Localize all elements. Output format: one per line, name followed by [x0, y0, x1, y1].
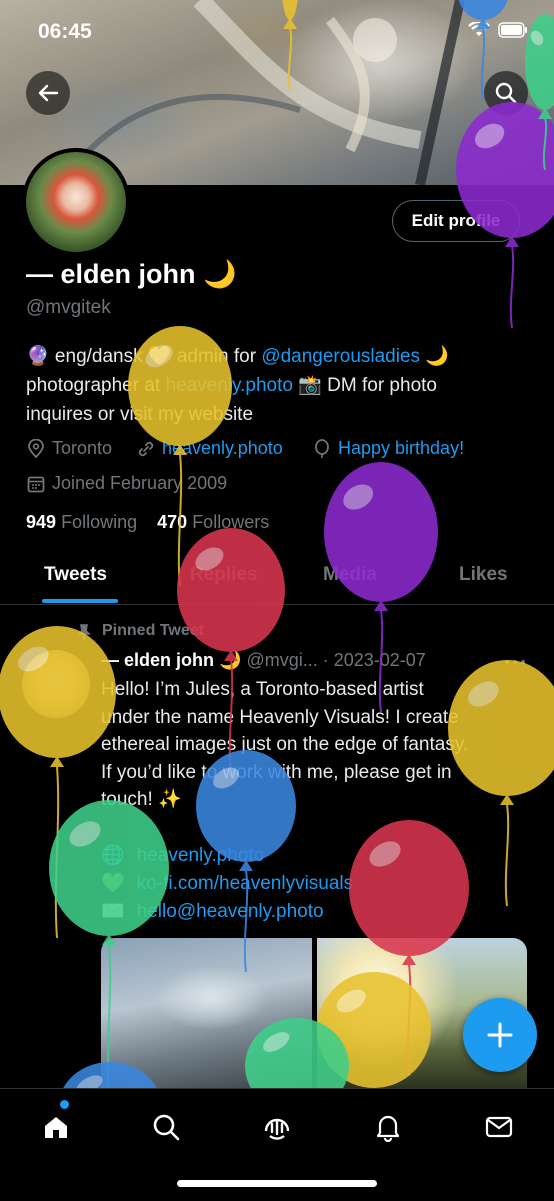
profile-website[interactable]: heavenly.photo — [136, 438, 283, 459]
tab-tweets[interactable]: Tweets — [44, 564, 107, 586]
tab-media[interactable]: Media — [323, 564, 377, 586]
bio-text: 📸 DM for photo — [292, 375, 437, 396]
nav-notifications[interactable] — [368, 1107, 408, 1147]
tweet-link[interactable]: heavenly.photo — [137, 842, 264, 870]
following-count: 949 — [26, 512, 57, 532]
globe-icon: 🌐 — [101, 845, 125, 866]
website-link[interactable]: heavenly.photo — [162, 438, 283, 459]
location-pin-icon — [28, 438, 44, 458]
tweet-author-handle-date: @mvgi... · 2023-02-07 — [246, 650, 426, 670]
wifi-icon — [468, 22, 490, 36]
tweet-link-row: 🌐 heavenly.photo — [101, 842, 353, 870]
bio-text: 🌙 — [420, 346, 449, 367]
followers-count: 470 — [157, 512, 188, 532]
nav-spaces[interactable] — [257, 1107, 297, 1147]
link-icon — [138, 441, 154, 456]
tweet-link[interactable]: hello@heavenly.photo — [137, 898, 324, 926]
tweet-media-image-1[interactable] — [101, 938, 312, 1088]
pin-icon — [77, 624, 91, 641]
following-label: Following — [61, 512, 138, 532]
tweet-links: 🌐 heavenly.photo 💚 ko-fi.com/heavenlyvisua… — [101, 842, 353, 926]
status-bar: 06:45 — [0, 0, 554, 60]
profile-name: — elden john 🌙 — [26, 259, 237, 289]
bio-text: inquires or visit my website — [26, 404, 254, 425]
tweet-header: — elden john 🌙 @mvgi... · 2023-02-07 — [101, 650, 426, 671]
more-options-icon[interactable] — [504, 658, 526, 666]
tweet-text-line: under the name Heavenly Visuals! I creat… — [101, 706, 459, 728]
messages-icon — [485, 1116, 513, 1138]
tab-likes[interactable]: Likes — [459, 564, 508, 586]
active-tab-indicator — [42, 599, 118, 603]
tab-replies[interactable]: Replies — [190, 564, 258, 586]
profile-joined: Joined February 2009 — [26, 473, 227, 494]
nav-messages[interactable] — [479, 1107, 519, 1147]
tweet-link[interactable]: ko-fi.com/heavenlyvisuals — [137, 870, 353, 898]
back-button[interactable] — [26, 71, 70, 115]
envelope-icon: ✉️ — [101, 901, 125, 922]
home-notification-dot — [60, 1100, 69, 1109]
tweet-text-line: If you’d like to work with me, please ge… — [101, 761, 452, 783]
tweet-author-avatar[interactable] — [22, 650, 90, 718]
calendar-icon — [27, 476, 45, 492]
profile-bio: 🔮 eng/dansk 💛 admin for @dangerousladies… — [26, 342, 526, 429]
tweet-link-row: 💚 ko-fi.com/heavenlyvisuals — [101, 870, 353, 898]
search-icon — [153, 1114, 180, 1141]
followers-label: Followers — [192, 512, 270, 532]
edit-profile-button[interactable]: Edit profile — [392, 200, 520, 242]
bio-text: photographer at — [26, 375, 166, 396]
green-heart-icon: 💚 — [101, 873, 125, 894]
profile-birthday[interactable]: Happy birthday! — [312, 438, 464, 459]
tweet-link-row: ✉️ hello@heavenly.photo — [101, 898, 353, 926]
spaces-icon — [264, 1118, 290, 1140]
tweet-author-name[interactable]: — elden john 🌙 — [101, 650, 241, 670]
status-icons — [468, 22, 528, 38]
nav-home[interactable] — [36, 1107, 76, 1147]
home-icon — [45, 1117, 67, 1138]
notifications-icon — [376, 1115, 400, 1142]
follow-counts: 949 Following 470 Followers — [26, 512, 269, 533]
balloon-icon — [315, 438, 329, 458]
tweet-body: Hello! I’m Jules, a Toronto-based artist… — [101, 676, 521, 814]
followers-link[interactable]: 470 Followers — [157, 512, 269, 532]
following-link[interactable]: 949 Following — [26, 512, 137, 532]
home-indicator — [177, 1180, 377, 1187]
profile-location: Toronto — [26, 438, 112, 459]
profile-handle: @mvgitek — [26, 297, 111, 318]
status-time: 06:45 — [38, 20, 92, 43]
birthday-link[interactable]: Happy birthday! — [338, 438, 464, 459]
search-icon — [495, 82, 517, 104]
compose-tweet-button[interactable] — [463, 998, 537, 1072]
battery-icon — [498, 22, 527, 38]
bio-text: 🔮 eng/dansk 💛 admin for — [26, 346, 262, 367]
pinned-label: Pinned Tweet — [102, 622, 204, 639]
bio-mention-link[interactable]: @dangerousladies — [261, 346, 420, 367]
profile-tabs: Tweets Replies Media Likes — [0, 548, 554, 605]
joined-text: Joined February 2009 — [52, 473, 228, 493]
profile-avatar[interactable] — [22, 148, 130, 256]
compose-plus-icon — [487, 1022, 513, 1048]
bio-website-link[interactable]: heavenly.photo — [165, 375, 292, 396]
tweet-text-line: ethereal images just on the edge of fant… — [101, 734, 469, 755]
tweet-text-line: Hello! I’m Jules, a Toronto-based artist — [101, 679, 424, 700]
search-button[interactable] — [484, 71, 528, 115]
back-arrow-icon — [38, 84, 59, 102]
tweet-text-line: touch! ✨ — [101, 789, 182, 810]
location-text: Toronto — [52, 438, 113, 458]
nav-search[interactable] — [146, 1107, 186, 1147]
